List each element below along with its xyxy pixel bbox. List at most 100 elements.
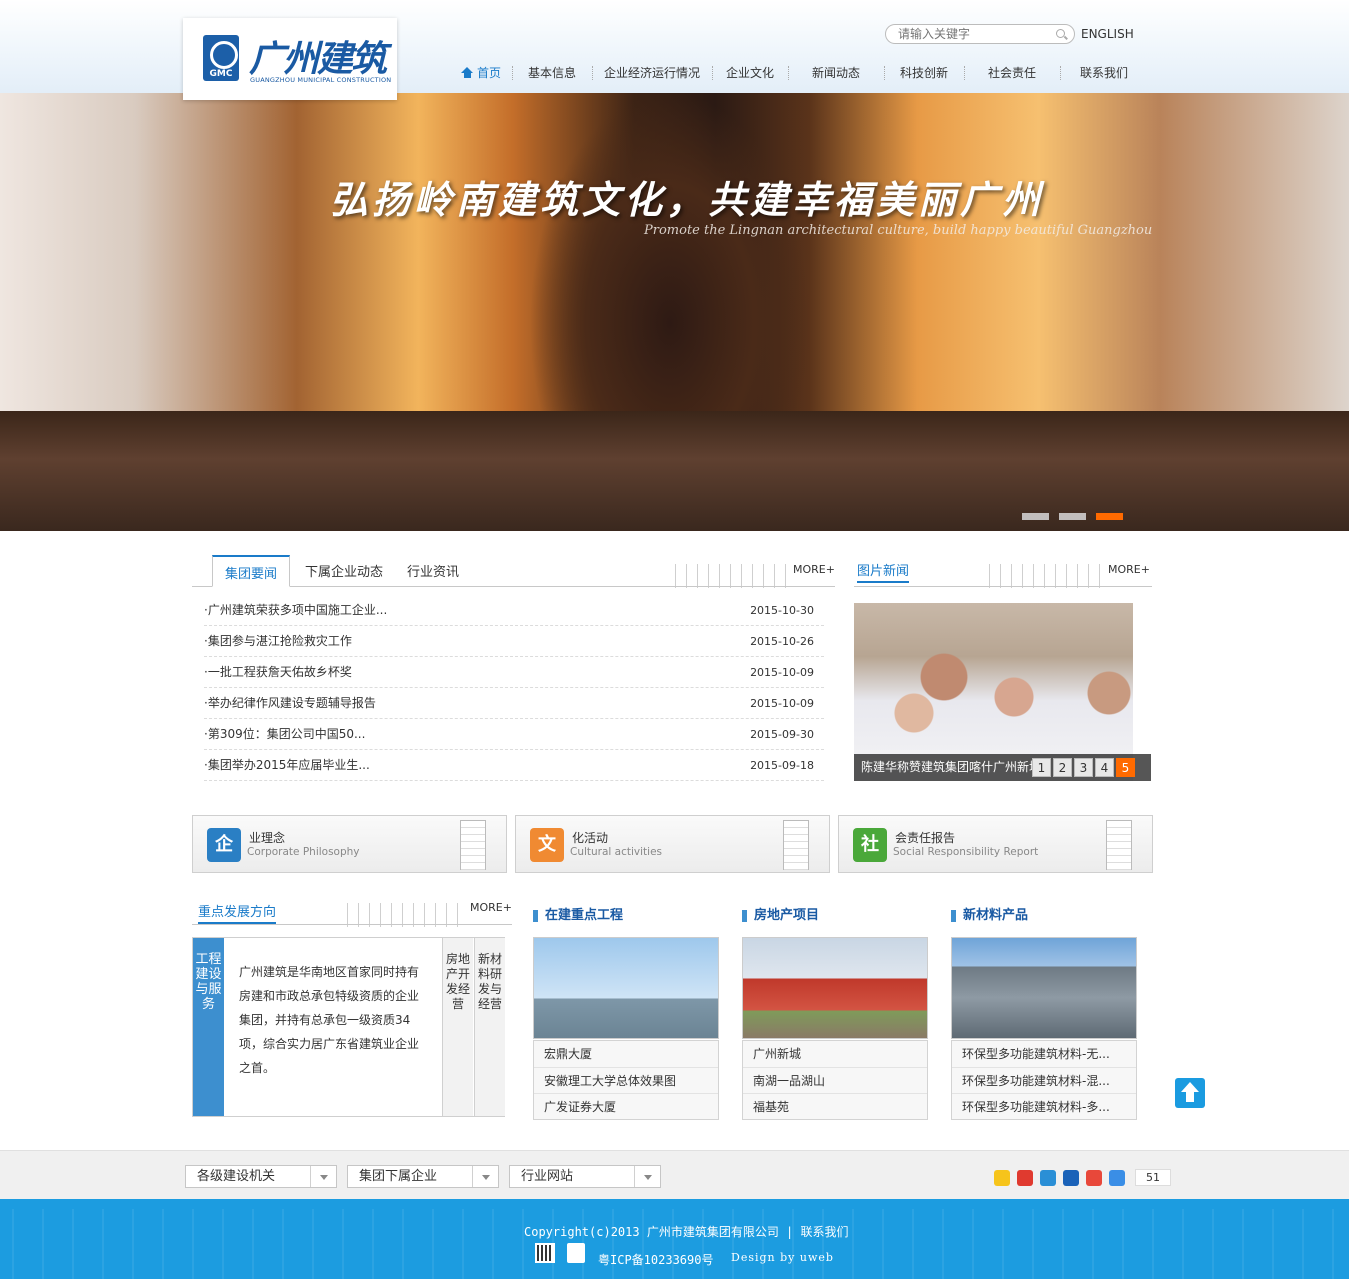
culture-box-philosophy[interactable]: 企 业理念 Corporate Philosophy [192, 815, 507, 873]
chevron-down-icon [472, 1166, 498, 1187]
banner-dot-active[interactable] [1096, 513, 1123, 520]
list-item[interactable]: 福基苑 [743, 1093, 927, 1119]
tower-icon [783, 820, 809, 870]
skyline-decoration [984, 564, 1104, 588]
tab-industry-news[interactable]: 行业资讯 [398, 555, 468, 587]
picture-news-more-link[interactable]: MORE+ [1108, 563, 1150, 576]
banner-dot[interactable] [1059, 513, 1086, 520]
footer-icp[interactable]: 粤ICP备10233690号 [598, 1251, 713, 1268]
focus-tab-materials[interactable]: 新材料研发与经营 [474, 938, 505, 1116]
list-item[interactable]: 广发证券大厦 [534, 1093, 718, 1119]
news-item[interactable]: ·举办纪律作风建设专题辅导报告 2015-10-09 [204, 688, 824, 719]
weibo-icon[interactable] [1017, 1169, 1033, 1186]
list-item[interactable]: 宏鼎大厦 [534, 1041, 718, 1067]
focus-title: 重点发展方向 [198, 901, 277, 924]
qzone-icon[interactable] [994, 1169, 1010, 1186]
list-item[interactable]: 环保型多功能建筑材料-混... [952, 1067, 1136, 1093]
english-link[interactable]: ENGLISH [1081, 27, 1134, 41]
project-image[interactable] [951, 937, 1137, 1039]
culture-box-activities[interactable]: 文 化活动 Cultural activities [515, 815, 830, 873]
renren-icon[interactable] [1063, 1169, 1079, 1186]
footer-skyline-decoration [0, 1209, 1349, 1279]
nav-item-economic[interactable]: 企业经济运行情况 [592, 64, 712, 82]
list-item[interactable]: 安徽理工大学总体效果图 [534, 1067, 718, 1093]
search-box [885, 24, 1075, 44]
banner-slogan-en: Promote the Lingnan architectural cultur… [644, 223, 1153, 238]
list-item[interactable]: 环保型多功能建筑材料-无... [952, 1041, 1136, 1067]
skyscraper-icon [1106, 820, 1132, 870]
list-item[interactable]: 南湖一品湖山 [743, 1067, 927, 1093]
banner-slogan: 弘扬岭南建筑文化，共建幸福美丽广州 [330, 177, 1045, 222]
project-column-title[interactable]: 房地产项目 [742, 905, 928, 927]
news-item[interactable]: ·一批工程获詹天佑故乡杯奖 2015-10-09 [204, 657, 824, 688]
pager-button[interactable]: 2 [1053, 758, 1072, 777]
nav-item-culture[interactable]: 企业文化 [712, 64, 788, 82]
more-share-icon[interactable] [1109, 1169, 1125, 1186]
project-column-materials: 新材料产品 环保型多功能建筑材料-无... 环保型多功能建筑材料-混... 环保… [951, 905, 1137, 1120]
pager-button[interactable]: 4 [1095, 758, 1114, 777]
news-item[interactable]: ·广州建筑荣获多项中国施工企业... 2015-10-30 [204, 595, 824, 626]
chevron-down-icon [310, 1166, 336, 1187]
logo-text: 广州建筑 [249, 38, 387, 80]
link-select-subsidiaries[interactable]: 集团下属企业 [347, 1165, 499, 1188]
pager-button-active[interactable]: 5 [1116, 758, 1135, 777]
project-column-title[interactable]: 新材料产品 [951, 905, 1137, 927]
culture-icon: 文 [530, 828, 564, 862]
news-item[interactable]: ·集团举办2015年应届毕业生... 2015-09-18 [204, 750, 824, 781]
qr-code-icon [535, 1243, 555, 1263]
footer-design-credit[interactable]: Design by uweb [731, 1251, 834, 1264]
main-nav: 首页 基本信息 企业经济运行情况 企业文化 新闻动态 科技创新 社会责任 联系我… [450, 64, 1148, 82]
nav-item-news[interactable]: 新闻动态 [788, 64, 884, 82]
news-more-link[interactable]: MORE+ [793, 563, 835, 576]
nav-item-basic-info[interactable]: 基本信息 [512, 64, 592, 82]
project-column-title[interactable]: 在建重点工程 [533, 905, 719, 927]
back-to-top-icon[interactable] [1175, 1078, 1205, 1108]
news-item[interactable]: ·集团参与湛江抢险救灾工作 2015-10-26 [204, 626, 824, 657]
chevron-down-icon [634, 1166, 660, 1187]
link-select-agencies[interactable]: 各级建设机关 [185, 1165, 337, 1188]
list-item[interactable]: 环保型多功能建筑材料-多... [952, 1093, 1136, 1119]
nav-item-home[interactable]: 首页 [450, 64, 512, 82]
news-panel: 集团要闻 下属企业动态 行业资讯 MORE+ ·广州建筑荣获多项中国施工企业..… [192, 552, 835, 792]
skyline-decoration [670, 564, 790, 588]
focus-text: 广州建筑是华南地区首家同时持有房建和市政总承包特级资质的企业集团，并持有总承包一… [239, 965, 420, 1075]
tab-subsidiary-news[interactable]: 下属企业动态 [295, 555, 393, 587]
project-column-realestate: 房地产项目 广州新城 南湖一品湖山 福基苑 [742, 905, 928, 1120]
share-bar: 51 [994, 1169, 1171, 1186]
home-icon [460, 67, 474, 78]
focus-panel: 重点发展方向 MORE+ 工程建设与服务 广州建筑是华南地区首家同时持有房建和市… [192, 895, 512, 1125]
pager-button[interactable]: 3 [1074, 758, 1093, 777]
banner-dot[interactable] [1022, 513, 1049, 520]
focus-more-link[interactable]: MORE+ [470, 901, 512, 914]
nav-item-contact[interactable]: 联系我们 [1060, 64, 1148, 82]
project-image[interactable] [742, 937, 928, 1039]
logo-subtitle: GUANGZHOU MUNICIPAL CONSTRUCTION [250, 76, 392, 84]
search-input[interactable] [898, 27, 1048, 41]
news-item[interactable]: ·第309位：集团公司中国50... 2015-09-30 [204, 719, 824, 750]
focus-tab-engineering[interactable]: 工程建设与服务 [193, 938, 224, 1116]
philosophy-icon: 企 [207, 828, 241, 862]
footer-copyright[interactable]: Copyright(c)2013 广州市建筑集团有限公司 | 联系我们 [524, 1223, 849, 1240]
banner-street-image [0, 411, 1349, 531]
tencent-weibo-icon[interactable] [1040, 1169, 1056, 1186]
nav-item-social[interactable]: 社会责任 [964, 64, 1060, 82]
list-item[interactable]: 广州新城 [743, 1041, 927, 1067]
social-icon: 社 [853, 828, 887, 862]
nav-item-technology[interactable]: 科技创新 [884, 64, 964, 82]
picture-news-pager: 1 2 3 4 5 [1032, 758, 1135, 777]
search-icon[interactable] [1056, 29, 1065, 38]
culture-box-responsibility[interactable]: 社 会责任报告 Social Responsibility Report [838, 815, 1153, 873]
picture-news-panel: 图片新闻 MORE+ 陈建华称赞建筑集团喀什广州新城 1 2 3 4 5 [854, 552, 1152, 784]
project-image[interactable] [533, 937, 719, 1039]
project-column-key: 在建重点工程 宏鼎大厦 安徽理工大学总体效果图 广发证券大厦 [533, 905, 719, 1120]
tab-group-news[interactable]: 集团要闻 [212, 555, 290, 587]
hero-banner[interactable]: 弘扬岭南建筑文化，共建幸福美丽广州 Promote the Lingnan ar… [0, 93, 1349, 531]
link-select-industry[interactable]: 行业网站 [509, 1165, 661, 1188]
certificate-icon[interactable] [567, 1243, 585, 1263]
logo-emblem-icon: GMC [203, 35, 239, 81]
pager-button[interactable]: 1 [1032, 758, 1051, 777]
logo[interactable]: GMC 广州建筑 GUANGZHOU MUNICIPAL CONSTRUCTIO… [183, 18, 397, 100]
tencent-icon[interactable] [1086, 1169, 1102, 1186]
focus-tab-realestate[interactable]: 房地产开发经营 [442, 938, 473, 1116]
share-count: 51 [1135, 1169, 1171, 1186]
